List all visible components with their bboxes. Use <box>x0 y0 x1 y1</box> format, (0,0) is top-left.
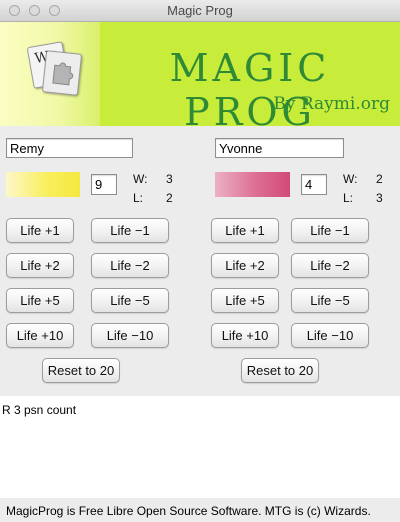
player1-life-minus1-button[interactable]: Life −1 <box>91 218 169 243</box>
title-bar: Magic Prog <box>0 0 400 22</box>
player1-count-field[interactable] <box>91 174 117 195</box>
player2-name-input[interactable] <box>215 138 344 158</box>
player1-life-plus1-button[interactable]: Life +1 <box>6 218 74 243</box>
player2-wins-label: W: <box>343 172 358 186</box>
player2-life-plus10-button[interactable]: Life +10 <box>211 323 279 348</box>
banner-subtitle-link[interactable]: By Raymi.org <box>273 94 390 114</box>
player1-losses-value: 2 <box>166 191 173 205</box>
player2-life-plus1-button[interactable]: Life +1 <box>211 218 279 243</box>
player1-losses-label: L: <box>133 191 144 205</box>
player1-color-swatch[interactable] <box>6 172 80 197</box>
player2-life-minus2-button[interactable]: Life −2 <box>291 253 369 278</box>
player1-name-input[interactable] <box>6 138 133 158</box>
player2-life-minus10-button[interactable]: Life −10 <box>291 323 369 348</box>
player2-color-swatch[interactable] <box>215 172 290 197</box>
player2-reset-button[interactable]: Reset to 20 <box>241 358 319 383</box>
plugin-puzzle-icon <box>41 50 83 96</box>
player1-life-minus5-button[interactable]: Life −5 <box>91 288 169 313</box>
player2-life-plus5-button[interactable]: Life +5 <box>211 288 279 313</box>
player2-wins-value: 2 <box>376 172 383 186</box>
player2-count-field[interactable] <box>301 174 327 195</box>
player1-life-plus2-button[interactable]: Life +2 <box>6 253 74 278</box>
player1-life-minus10-button[interactable]: Life −10 <box>91 323 169 348</box>
player1-life-minus2-button[interactable]: Life −2 <box>91 253 169 278</box>
player1-life-plus5-button[interactable]: Life +5 <box>6 288 74 313</box>
player2-life-plus2-button[interactable]: Life +2 <box>211 253 279 278</box>
output-text: R 3 psn count <box>2 403 77 417</box>
footer: MagicProg is Free Libre Open Source Soft… <box>0 498 400 522</box>
footer-text: MagicProg is Free Libre Open Source Soft… <box>6 504 371 518</box>
player2-losses-value: 3 <box>376 191 383 205</box>
player1-wins-value: 3 <box>166 172 173 186</box>
window-title: Magic Prog <box>167 3 233 18</box>
player1-wins-label: W: <box>133 172 148 186</box>
player2-losses-label: L: <box>343 191 354 205</box>
main-panel: W: 3 L: 2 Life +1 Life −1 Life +2 Life −… <box>0 126 400 396</box>
output-area[interactable]: R 3 psn count <box>0 396 400 498</box>
player2-life-minus1-button[interactable]: Life −1 <box>291 218 369 243</box>
banner-logo-area: W <box>0 22 100 126</box>
player2-life-minus5-button[interactable]: Life −5 <box>291 288 369 313</box>
player1-reset-button[interactable]: Reset to 20 <box>42 358 120 383</box>
player1-life-plus10-button[interactable]: Life +10 <box>6 323 74 348</box>
banner: W MAGIC PROG By Raymi.org <box>0 22 400 134</box>
banner-title: MAGIC PROG <box>169 46 331 134</box>
